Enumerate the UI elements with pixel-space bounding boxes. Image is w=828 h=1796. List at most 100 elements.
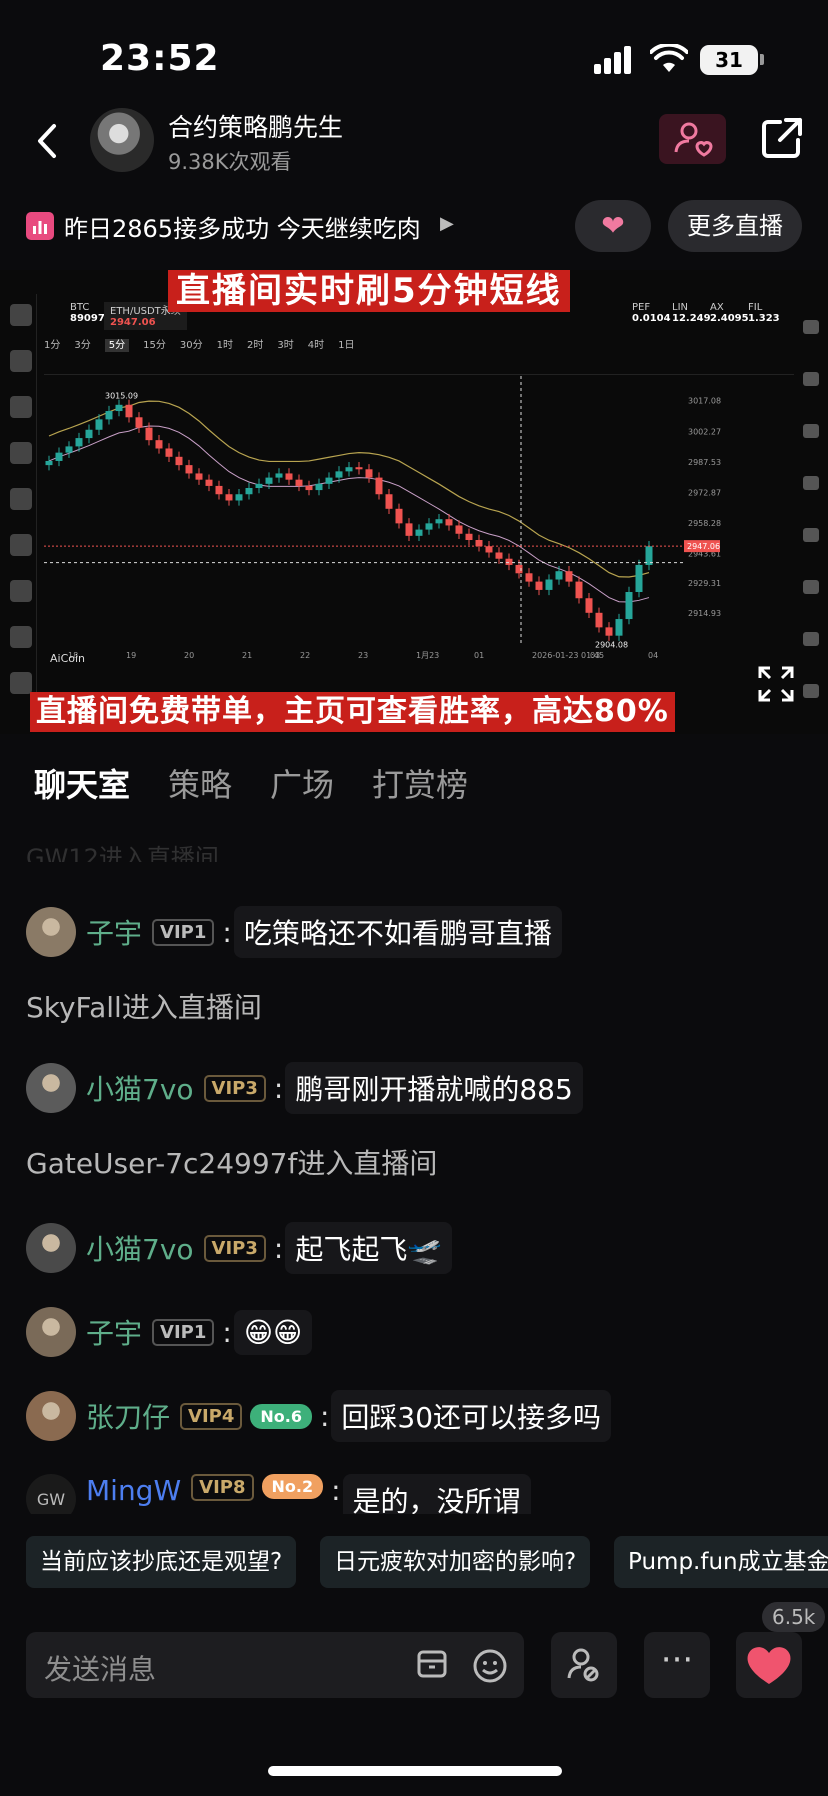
- candle-body: [45, 460, 53, 466]
- play-arrow-icon[interactable]: ▶: [440, 213, 454, 234]
- follow-heart-user-icon: [674, 122, 713, 157]
- announcement-text[interactable]: 昨日2865接多成功 今天继续吃肉: [64, 209, 421, 244]
- candle-body: [465, 533, 473, 540]
- user-avatar[interactable]: GW: [26, 1474, 76, 1514]
- candle-body: [125, 404, 133, 418]
- candle-body: [435, 519, 443, 524]
- candle-body: [75, 438, 83, 447]
- ticker-lin: LIN 12.249: [672, 302, 711, 324]
- status-time: 23:52: [100, 38, 220, 79]
- user-avatar[interactable]: [26, 1223, 76, 1273]
- candle-body: [245, 488, 253, 495]
- candle-body: [305, 485, 313, 491]
- like-count: 6.5k: [762, 1602, 826, 1632]
- tab-strategy[interactable]: 策略: [168, 760, 232, 806]
- chat-message: GW MingW VIP8 No.2: 是的，没所谓: [26, 1474, 531, 1514]
- handshake-heart-button[interactable]: ❤: [575, 200, 651, 252]
- candle-body: [315, 483, 323, 491]
- candle-body: [335, 471, 343, 478]
- streamer-avatar[interactable]: [90, 108, 154, 172]
- y-tick-label: 2958.28: [688, 519, 721, 528]
- rank-badge: No.6: [250, 1403, 312, 1429]
- more-options-button[interactable]: ···: [644, 1632, 710, 1698]
- message-text: 起飞起飞🛫: [285, 1222, 453, 1274]
- username[interactable]: 张刀仔: [86, 1396, 170, 1436]
- suggestion-chip[interactable]: 日元疲软对加密的影响?: [320, 1536, 591, 1588]
- chat-message: 子宇 VIP1: 😁😁: [26, 1306, 313, 1358]
- candle-body: [535, 581, 543, 590]
- tab-tipping-rank[interactable]: 打赏榜: [372, 760, 468, 806]
- chat-faded-line: GW12进入直播间: [26, 844, 219, 862]
- x-tick-label: 04: [648, 651, 658, 660]
- more-live-button[interactable]: 更多直播: [668, 200, 802, 252]
- candle-body: [235, 494, 243, 501]
- timeframe-option: 30分: [179, 340, 203, 351]
- profile-button[interactable]: [551, 1632, 617, 1698]
- live-video[interactable]: BTC 89097 ETH/USDT永续 2947.06 PEF 0.0104 LIN…: [0, 270, 828, 734]
- emoji-icon[interactable]: [472, 1648, 508, 1684]
- tab-chatroom[interactable]: 聊天室: [34, 760, 130, 806]
- user-avatar[interactable]: [26, 907, 76, 957]
- ticker-ax: AX 2.4095: [710, 302, 749, 324]
- follow-button[interactable]: [659, 114, 726, 164]
- back-button[interactable]: [28, 116, 68, 166]
- vip-badge: VIP1: [152, 1318, 215, 1346]
- suggestion-chip[interactable]: 当前应该抄底还是观望?: [26, 1536, 297, 1588]
- like-button[interactable]: [736, 1632, 802, 1698]
- user-avatar[interactable]: [26, 1307, 76, 1357]
- battery-icon: 31: [700, 45, 758, 75]
- tab-square[interactable]: 广场: [270, 760, 334, 806]
- streamer-name[interactable]: 合约策略鹏先生: [168, 108, 343, 144]
- x-tick-label: 22: [300, 651, 310, 660]
- box-icon[interactable]: [416, 1648, 448, 1680]
- system-join-message: SkyFall进入直播间: [26, 991, 262, 1024]
- user-settings-icon: [567, 1648, 599, 1682]
- timeframe-option: 15分: [143, 340, 166, 351]
- candle-body: [255, 483, 263, 488]
- candle-body: [505, 558, 513, 565]
- candle-body: [165, 448, 173, 457]
- x-tick-label: 19: [126, 651, 136, 660]
- candle-body: [445, 519, 453, 526]
- ticker-btc: BTC 89097: [70, 302, 105, 324]
- home-indicator[interactable]: [268, 1766, 562, 1776]
- username[interactable]: MingW: [86, 1474, 181, 1507]
- user-avatar[interactable]: [26, 1063, 76, 1113]
- candle-body: [585, 598, 593, 613]
- share-icon: [762, 118, 802, 158]
- candle-body: [525, 573, 533, 582]
- candle-body: [265, 477, 273, 484]
- separator: :: [331, 1474, 341, 1507]
- username[interactable]: 子宇: [86, 1312, 142, 1352]
- fullscreen-icon: [758, 666, 794, 702]
- y-tick-label: 2929.31: [688, 579, 721, 588]
- candle-body: [455, 525, 463, 534]
- x-tick-label: 03: [590, 651, 600, 660]
- candle-body: [205, 479, 213, 486]
- share-button[interactable]: [758, 114, 806, 162]
- username[interactable]: 子宇: [86, 912, 142, 952]
- timeframe-option: 2时: [246, 340, 264, 351]
- battery-cap: [760, 54, 764, 65]
- app-right-rail: [800, 320, 822, 698]
- fullscreen-button[interactable]: [756, 664, 796, 704]
- candle-body: [545, 579, 553, 590]
- heart-hand-icon: ❤: [601, 209, 625, 242]
- candle-body: [495, 552, 503, 559]
- candle-body: [405, 523, 413, 536]
- timeframe-option: 5分: [104, 339, 130, 352]
- candle-body: [415, 529, 423, 536]
- y-tick-label: 2972.87: [688, 488, 721, 497]
- suggestion-chip[interactable]: Pump.fun成立基金,: [614, 1536, 828, 1588]
- user-avatar[interactable]: [26, 1391, 76, 1441]
- candle-body: [175, 456, 183, 466]
- bar-chart-icon: [26, 212, 54, 240]
- username[interactable]: 小猫7vo: [86, 1228, 194, 1268]
- username[interactable]: 小猫7vo: [86, 1068, 194, 1108]
- vip-badge: VIP1: [152, 918, 215, 946]
- y-tick-label: 2914.93: [688, 609, 721, 618]
- candle-body: [355, 467, 363, 470]
- separator: :: [273, 1071, 284, 1105]
- candle-body: [615, 619, 623, 636]
- candle-body: [115, 404, 123, 412]
